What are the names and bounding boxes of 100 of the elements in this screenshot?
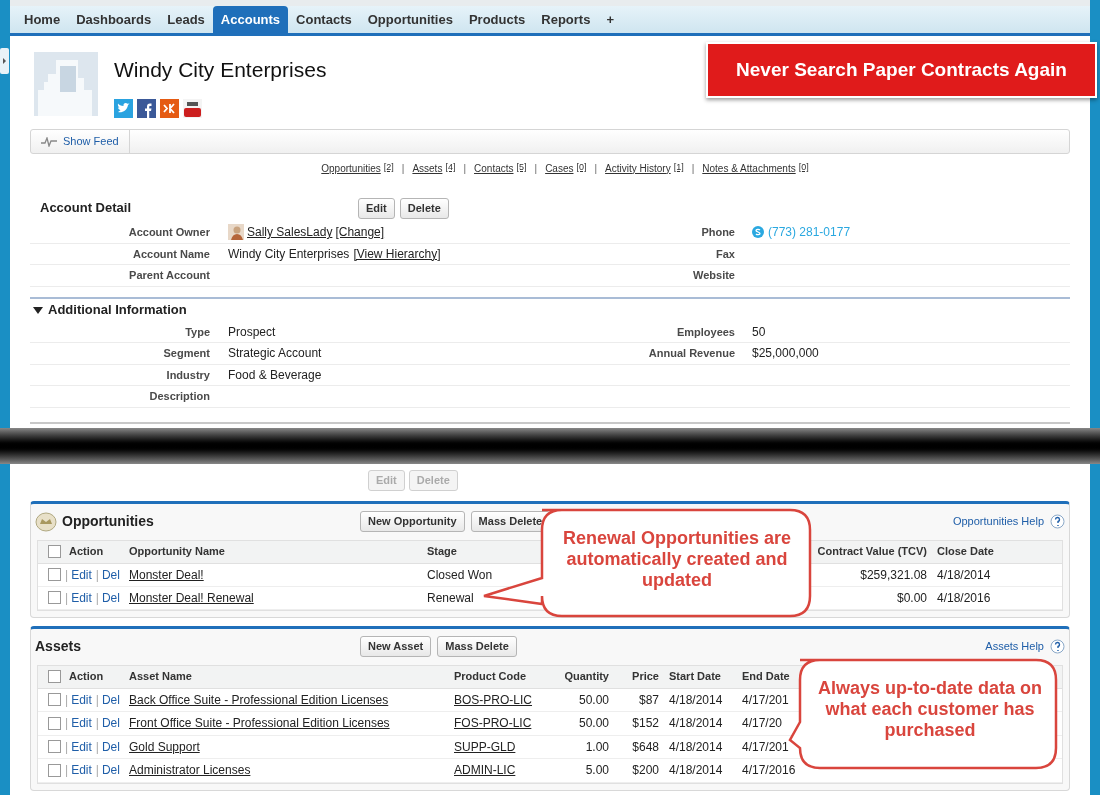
nav-tab[interactable]: Products (460, 6, 534, 33)
separator-text: | (65, 715, 69, 733)
account-name: Windy City Enterprises (114, 57, 327, 83)
help-icon[interactable] (1050, 639, 1065, 654)
row-checkbox[interactable] (48, 591, 61, 604)
action-button[interactable]: New Opportunity (360, 511, 465, 532)
building-icon (34, 52, 98, 116)
row-action-link[interactable]: Del (101, 588, 120, 607)
action-button[interactable]: Delete (399, 197, 449, 219)
related-link[interactable]: Notes & Attachments (702, 160, 796, 176)
nav-tab[interactable]: Accounts (212, 6, 289, 33)
nav-tab[interactable]: Opportunities (359, 6, 461, 33)
table-cell-text: 4/18/2014 (936, 566, 992, 584)
table-link[interactable]: Administrator Licenses (124, 761, 449, 780)
skype-icon (752, 226, 764, 239)
table-link[interactable]: Front Office Suite - Professional Edition Licenses (124, 714, 449, 733)
section-title: Additional Information (48, 301, 187, 320)
related-count: [4] (445, 161, 456, 175)
related-link[interactable]: Assets (412, 160, 443, 176)
row-action-link[interactable]: Edit (71, 737, 92, 756)
row-checkbox[interactable] (48, 670, 61, 683)
action-button[interactable]: Mass Delete (470, 511, 551, 532)
klout-icon[interactable] (160, 98, 179, 118)
column-header: Start Date (668, 669, 722, 685)
table-link[interactable]: BOS-PRO-LIC (449, 690, 547, 709)
related-count: [0] (576, 161, 587, 175)
table-cell-text: 4/17/201 (741, 738, 790, 756)
twitter-icon[interactable] (114, 98, 133, 118)
nav-tab[interactable]: Contacts (288, 6, 360, 33)
nav-tab[interactable]: Dashboards (68, 6, 160, 33)
table-cell-text: 4/17/2016 (741, 762, 797, 780)
table-link[interactable]: FOS-PRO-LIC (449, 714, 547, 733)
show-feed-button[interactable]: Show Feed (31, 130, 130, 153)
change-link[interactable]: [Change] (335, 223, 385, 242)
action-button[interactable]: Edit (358, 197, 395, 219)
table-link[interactable]: Gold Support (124, 737, 449, 756)
related-link[interactable]: Cases (545, 160, 574, 176)
field-label: Parent Account (128, 268, 210, 283)
field-label: Segment (162, 346, 210, 361)
related-link[interactable]: Opportunities (321, 160, 381, 176)
row-action-link[interactable]: Edit (71, 690, 92, 709)
row-action-link[interactable]: Del (101, 714, 120, 733)
row-action-link[interactable]: Edit (71, 565, 92, 584)
table-cell-text: 4/17/20 (741, 715, 784, 733)
separator-text: | (65, 738, 69, 756)
separator-text: | (95, 566, 99, 584)
action-button[interactable]: New Asset (360, 636, 432, 657)
column-header: Action (69, 669, 104, 685)
table-link[interactable]: Back Office Suite - Professional Edition Licenses (124, 690, 449, 709)
separator-text: | (65, 589, 69, 607)
row-checkbox[interactable] (48, 716, 61, 730)
collapse-triangle-icon[interactable] (33, 305, 43, 315)
facebook-icon[interactable] (137, 98, 156, 118)
row-action-link[interactable]: Del (101, 565, 120, 584)
field-value: Windy City Enterprises (228, 245, 350, 263)
separator-text: | (95, 715, 99, 733)
help-link[interactable]: Assets Help (985, 638, 1044, 655)
table-link[interactable]: SUPP-GLD (449, 737, 547, 756)
row-checkbox[interactable] (48, 568, 61, 581)
table-cell-text: 4/18/2016 (936, 589, 992, 607)
row-checkbox[interactable] (48, 740, 61, 754)
help-icon[interactable] (1050, 514, 1065, 529)
hierarchy-link[interactable]: [View Hierarchy] (353, 244, 441, 263)
field-value: Strategic Account (228, 345, 322, 363)
table-cell-text: Closed Won (426, 566, 494, 584)
nav-tab[interactable]: Leads (159, 6, 213, 33)
action-button[interactable]: Mass Delete (437, 636, 517, 657)
help-link[interactable]: Opportunities Help (952, 513, 1044, 530)
table-cell-text: 4/18/2014 (668, 715, 724, 733)
field-value: Prospect (228, 323, 276, 341)
table-cell-text: 4/17/201 (741, 691, 790, 709)
table-cell-text: 5.00 (584, 762, 610, 780)
row-action-link[interactable]: Edit (71, 714, 92, 733)
table-link[interactable]: Monster Deal! Renewal (124, 588, 422, 607)
row-action-link[interactable]: Edit (71, 761, 92, 780)
field-label: Description (148, 389, 210, 404)
table-link[interactable]: Monster Deal! (124, 565, 422, 584)
row-action-link[interactable]: Del (101, 737, 120, 756)
row-checkbox[interactable] (48, 545, 61, 558)
field-label: Account Name (131, 246, 210, 262)
sidebar-toggle-icon[interactable] (0, 48, 9, 74)
row-action-link[interactable]: Del (101, 761, 120, 780)
row-checkbox[interactable] (48, 763, 61, 777)
nav-tab[interactable]: Reports (533, 6, 599, 33)
column-header: Close Date (936, 544, 995, 560)
table-cell-text: 4/18/2014 (668, 738, 724, 756)
user-avatar-icon (228, 224, 244, 241)
column-header: Price (631, 669, 660, 685)
row-action-link[interactable]: Del (101, 690, 120, 709)
separator-text: | (691, 161, 695, 176)
related-link[interactable]: Contacts (474, 160, 514, 176)
owner-link[interactable]: Sally SalesLady (247, 223, 333, 242)
nav-tab[interactable]: Home (16, 6, 69, 33)
section-title: Account Detail (40, 199, 132, 218)
row-checkbox[interactable] (48, 693, 61, 707)
field-label: Employees (676, 325, 735, 338)
table-link[interactable]: ADMIN-LIC (449, 761, 547, 780)
nav-tab[interactable]: + (598, 6, 622, 33)
row-action-link[interactable]: Edit (71, 588, 92, 607)
related-link[interactable]: Activity History (605, 160, 671, 176)
